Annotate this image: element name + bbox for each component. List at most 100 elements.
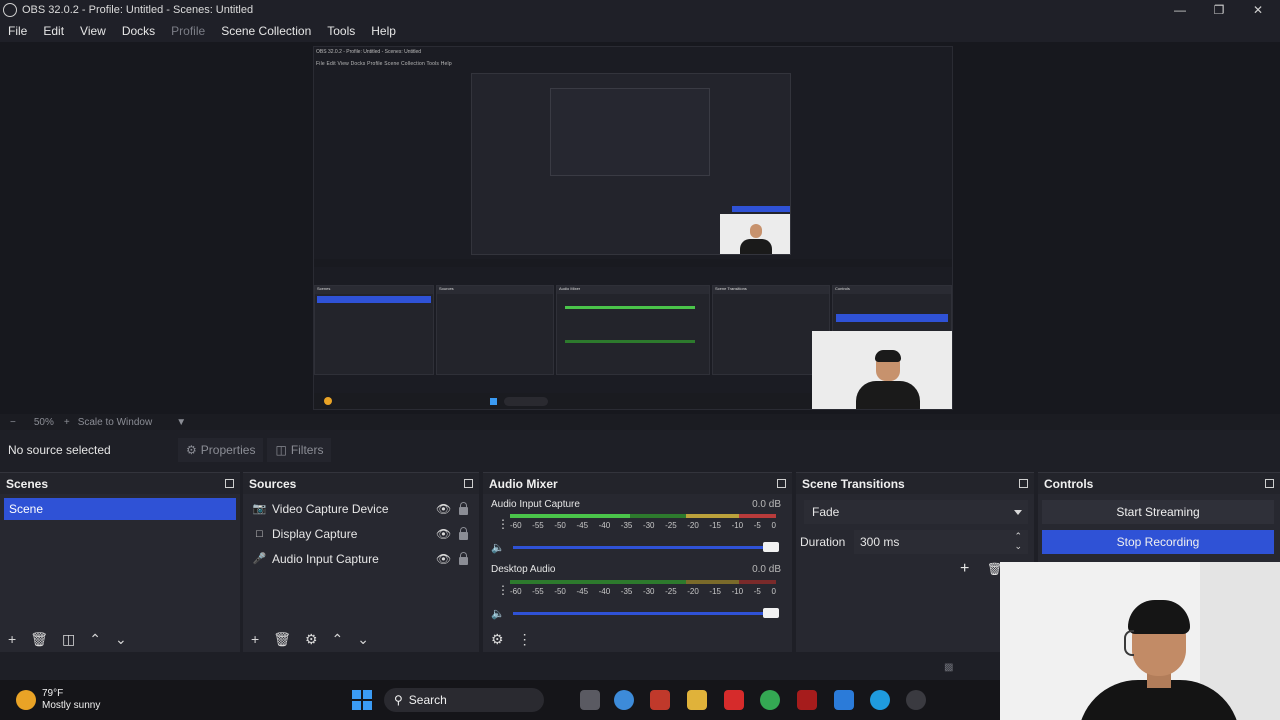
add-transition-icon[interactable]: + [960, 560, 969, 578]
scene-list-item[interactable]: Scene [4, 498, 236, 520]
move-down-icon[interactable]: ⌄ [115, 631, 127, 648]
advanced-audio-icon[interactable]: ⚙ [491, 631, 504, 648]
undock-icon[interactable] [464, 479, 473, 488]
lock-icon[interactable] [459, 502, 468, 515]
stop-recording-button[interactable]: Stop Recording [1042, 530, 1274, 554]
move-down-icon[interactable]: ⌄ [357, 631, 369, 648]
meter-tick-label: -25 [665, 521, 677, 530]
preview-canvas[interactable]: OBS 32.0.2 - Profile: Untitled - Scenes:… [313, 46, 953, 410]
meter-tick-label: 0 [771, 521, 776, 530]
controls-title: Controls [1044, 476, 1094, 491]
menu-scene-collection[interactable]: Scene Collection [213, 24, 319, 38]
meter-tick-label: -40 [598, 587, 611, 596]
windows-start-icon[interactable] [352, 690, 372, 710]
menu-edit[interactable]: Edit [35, 24, 72, 38]
transition-select[interactable]: Fade [804, 500, 1028, 524]
visibility-eye-icon[interactable]: 👁 [436, 502, 451, 516]
source-item[interactable]: □ Display Capture 👁 [243, 521, 479, 546]
file-explorer-icon[interactable] [687, 690, 707, 710]
spinner-icon[interactable]: ⌃ ⌄ [1014, 531, 1022, 551]
channel-name: Desktop Audio [491, 564, 556, 575]
preview-scale-bar: − 50% + Scale to Window ▼ [0, 414, 1280, 430]
restore-icon[interactable]: ❐ [1199, 0, 1239, 20]
copilot-icon[interactable] [614, 690, 634, 710]
properties-button[interactable]: ⚙ Properties [178, 438, 264, 462]
move-up-icon[interactable]: ⌃ [89, 631, 101, 648]
lock-icon[interactable] [459, 552, 468, 565]
edge-icon[interactable] [870, 690, 890, 710]
volume-slider[interactable]: 🔈 [491, 607, 779, 620]
remove-source-icon[interactable]: 🗑 [273, 631, 291, 648]
task-view-icon[interactable] [580, 690, 600, 710]
mixer-menu-icon[interactable]: ⋮ [518, 631, 532, 648]
source-item[interactable]: 🎤 Audio Input Capture 👁 [243, 546, 479, 571]
channel-db: 0.0 dB [752, 564, 781, 575]
lock-icon[interactable] [459, 527, 468, 540]
menu-profile[interactable]: Profile [163, 24, 213, 38]
add-source-icon[interactable]: + [251, 631, 259, 647]
speaker-icon[interactable]: 🔈 [491, 541, 509, 554]
undock-icon[interactable] [225, 479, 234, 488]
filters-button[interactable]: ◫ Filters [267, 438, 332, 462]
close-icon[interactable]: ✕ [1238, 0, 1278, 20]
visibility-eye-icon[interactable]: 👁 [436, 527, 451, 541]
monitor-icon: □ [256, 527, 263, 540]
kebab-menu-icon[interactable]: ⋮ [497, 517, 509, 531]
source-properties-icon[interactable]: ⚙ [305, 631, 318, 648]
meter-tick-label: -60 [510, 587, 522, 596]
zoom-out-button[interactable]: − [10, 417, 16, 428]
undock-icon[interactable] [777, 479, 786, 488]
preview-nested-webcam [720, 214, 790, 254]
visibility-eye-icon[interactable]: 👁 [436, 552, 451, 566]
meter-tick-label: -35 [620, 521, 633, 530]
title-bar: OBS 32.0.2 - Profile: Untitled - Scenes:… [0, 0, 1280, 20]
vscode-icon[interactable] [834, 690, 854, 710]
speaker-icon[interactable]: 🔈 [491, 607, 509, 620]
app-icon[interactable] [797, 690, 817, 710]
volume-knob[interactable] [763, 608, 779, 618]
preview-nested-taskbar [314, 393, 812, 409]
volume-slider[interactable]: 🔈 [491, 541, 779, 554]
scene-filters-icon[interactable]: ◫ [62, 631, 75, 648]
start-streaming-button[interactable]: Start Streaming [1042, 500, 1274, 524]
meter-tick-label: -5 [753, 587, 761, 596]
duration-input[interactable]: 300 ms ⌃ ⌄ [854, 530, 1028, 554]
menu-docks[interactable]: Docks [114, 24, 163, 38]
menu-help[interactable]: Help [363, 24, 404, 38]
add-scene-icon[interactable]: + [8, 631, 16, 647]
app-icon[interactable] [650, 690, 670, 710]
duration-label: Duration [800, 535, 846, 549]
undock-icon[interactable] [1265, 479, 1274, 488]
remove-scene-icon[interactable]: 🗑 [30, 631, 48, 648]
no-source-label: No source selected [8, 443, 111, 457]
undock-icon[interactable] [1019, 479, 1028, 488]
preview-area[interactable]: OBS 32.0.2 - Profile: Untitled - Scenes:… [0, 42, 1280, 414]
taskbar-search[interactable]: ⚲ Search [384, 688, 544, 712]
meter-tick-label: -60 [510, 521, 522, 530]
menu-view[interactable]: View [72, 24, 114, 38]
weather-widget[interactable]: 79°F Mostly sunny [16, 688, 100, 712]
menu-file[interactable]: File [0, 24, 35, 38]
move-up-icon[interactable]: ⌃ [332, 631, 344, 648]
chrome-icon[interactable] [760, 690, 780, 710]
kebab-menu-icon[interactable]: ⋮ [497, 583, 509, 597]
meter-tick-label: -10 [731, 521, 744, 530]
chevron-down-icon[interactable]: ▼ [176, 417, 186, 428]
preview-nested-scalebar [314, 259, 952, 267]
source-item[interactable]: 📷 Video Capture Device 👁 [243, 496, 479, 521]
obs-logo-icon [3, 3, 17, 17]
source-label: Video Capture Device [272, 501, 389, 516]
preview-nested-stop-recording [732, 206, 790, 212]
menu-tools[interactable]: Tools [319, 24, 363, 38]
app-l-icon[interactable] [724, 690, 744, 710]
scale-mode-select[interactable]: Scale to Window [78, 417, 152, 428]
volume-knob[interactable] [763, 542, 779, 552]
meter-tick-label: -40 [598, 521, 611, 530]
webcam-overlay [1000, 562, 1280, 720]
meter-tick-label: -20 [687, 521, 699, 530]
zoom-in-button[interactable]: + [64, 417, 70, 428]
obs-taskbar-icon[interactable] [906, 690, 926, 710]
audio-mixer-header: Audio Mixer [483, 473, 792, 494]
minimize-icon[interactable]: — [1160, 0, 1200, 20]
meter-tick-label: -20 [687, 587, 699, 596]
